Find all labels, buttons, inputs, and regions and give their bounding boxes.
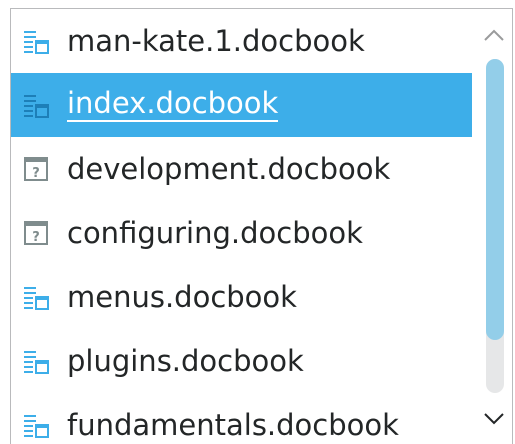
svg-text:?: ?: [32, 230, 40, 245]
docbook-file-icon: [23, 284, 49, 310]
file-name: man-kate.1.docbook: [67, 23, 365, 58]
file-name: configuring.docbook: [67, 215, 363, 250]
scroll-thumb[interactable]: [486, 59, 504, 340]
list-item[interactable]: ? configuring.docbook: [11, 201, 472, 265]
scroll-track[interactable]: [486, 59, 504, 393]
file-list[interactable]: man-kate.1.docbook index.docbook ? devel…: [10, 8, 513, 444]
svg-text:?: ?: [32, 166, 40, 181]
file-name: index.docbook: [67, 85, 279, 122]
list-item[interactable]: menus.docbook: [11, 265, 472, 329]
vertical-scrollbar[interactable]: [473, 9, 512, 444]
file-name: menus.docbook: [67, 279, 297, 314]
unknown-file-icon: ?: [23, 156, 49, 182]
list-item[interactable]: ? development.docbook: [11, 137, 472, 201]
list-item-selected[interactable]: index.docbook: [11, 73, 472, 137]
docbook-file-icon: [23, 348, 49, 374]
file-name: development.docbook: [67, 151, 391, 186]
docbook-file-icon: [23, 412, 49, 438]
list-item[interactable]: fundamentals.docbook: [11, 393, 472, 444]
list-item[interactable]: man-kate.1.docbook: [11, 9, 472, 73]
chevron-up-icon[interactable]: [481, 25, 507, 45]
file-list-rows: man-kate.1.docbook index.docbook ? devel…: [11, 9, 472, 444]
list-item[interactable]: plugins.docbook: [11, 329, 472, 393]
file-name: plugins.docbook: [67, 343, 304, 378]
unknown-file-icon: ?: [23, 220, 49, 246]
docbook-file-icon: [23, 28, 49, 54]
file-name: fundamentals.docbook: [67, 407, 399, 442]
docbook-file-icon: [23, 92, 49, 118]
chevron-down-icon[interactable]: [481, 409, 507, 429]
